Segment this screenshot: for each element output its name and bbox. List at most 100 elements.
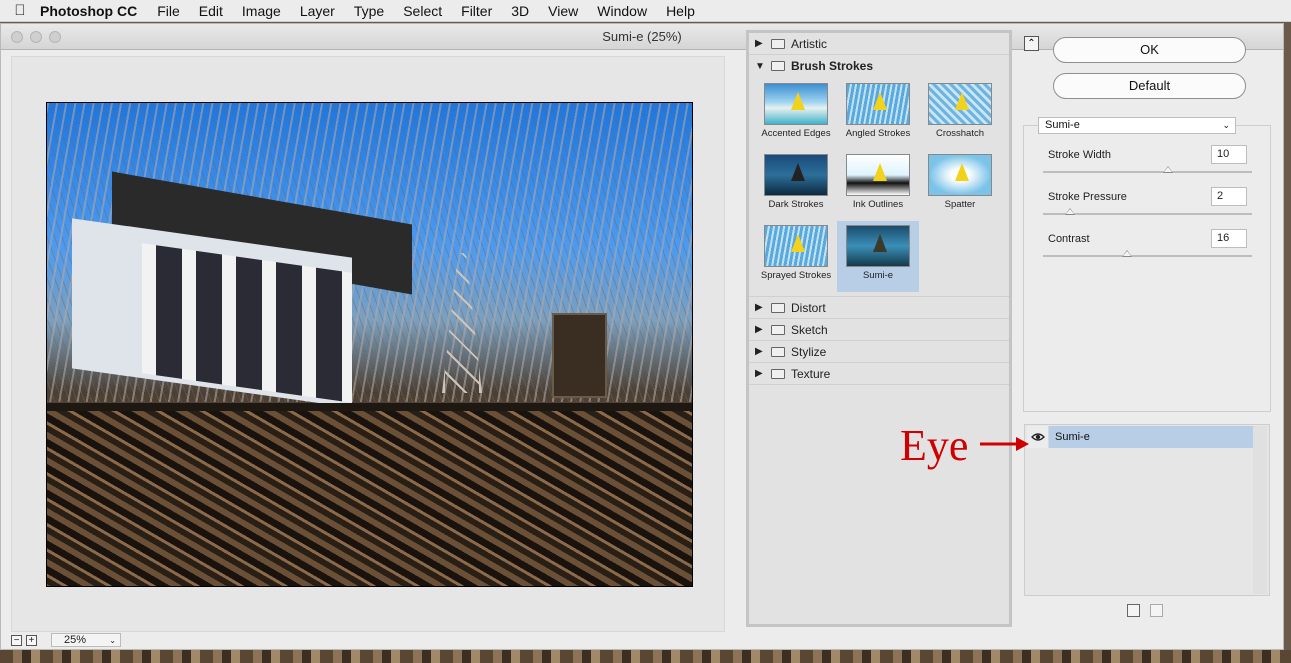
triangle-right-icon: ▶ — [755, 302, 763, 313]
collapse-gallery-button[interactable]: ⌃ — [1024, 36, 1039, 51]
thumbnail-label: Spatter — [944, 199, 976, 210]
filter-sprayed-strokes[interactable]: Sprayed Strokes — [755, 221, 837, 292]
window-title: Sumi-e (25%) — [602, 29, 682, 44]
folder-icon — [771, 368, 785, 379]
stroke-pressure-slider-handle[interactable] — [1065, 208, 1076, 215]
folder-icon — [771, 346, 785, 357]
category-brush-strokes[interactable]: ▼ Brush Strokes — [749, 55, 1009, 77]
image-shed — [72, 171, 412, 408]
layers-scrollbar[interactable] — [1253, 426, 1267, 594]
apple-icon[interactable]:  — [0, 2, 40, 19]
param-label: Stroke Pressure — [1048, 191, 1127, 203]
effect-layer-row[interactable]: Sumi-e — [1027, 426, 1255, 448]
trash-icon[interactable] — [1150, 604, 1163, 617]
triangle-right-icon: ▶ — [755, 324, 763, 335]
minimize-window-button[interactable] — [30, 31, 42, 43]
stroke-width-input[interactable]: 10 — [1211, 145, 1247, 164]
contrast-slider-handle[interactable] — [1121, 250, 1132, 257]
eye-icon[interactable] — [1027, 426, 1049, 448]
zoom-out-button[interactable]: − — [11, 634, 22, 646]
thumbnail-label: Ink Outlines — [852, 199, 904, 210]
thumbnail-image — [764, 225, 828, 267]
thumbnail-image — [928, 83, 992, 125]
filter-angled-strokes[interactable]: Angled Strokes — [837, 79, 919, 150]
category-label: Texture — [791, 366, 831, 381]
triangle-down-icon: ▼ — [755, 60, 765, 72]
window-controls — [11, 31, 61, 43]
category-stylize[interactable]: ▶ Stylize — [749, 341, 1009, 363]
thumbnail-label: Angled Strokes — [845, 128, 911, 139]
triangle-right-icon: ▶ — [755, 38, 763, 49]
menu-image[interactable]: Image — [242, 3, 281, 19]
category-label: Distort — [791, 300, 826, 315]
menu-filter[interactable]: Filter — [461, 3, 492, 19]
new-effect-layer-icon[interactable] — [1127, 604, 1140, 617]
app-name-menu[interactable]: Photoshop CC — [40, 3, 137, 19]
menu-file[interactable]: File — [157, 3, 180, 19]
thumbnail-image — [846, 83, 910, 125]
menu-layer[interactable]: Layer — [300, 3, 335, 19]
thumbnail-label: Accented Edges — [761, 128, 831, 139]
filter-spatter[interactable]: Spatter — [919, 150, 1001, 221]
menu-window[interactable]: Window — [597, 3, 647, 19]
menu-edit[interactable]: Edit — [199, 3, 223, 19]
ok-button[interactable]: OK — [1053, 37, 1246, 63]
menu-type[interactable]: Type — [354, 3, 384, 19]
contrast-input[interactable]: 16 — [1211, 229, 1247, 248]
stroke-width-slider-handle[interactable] — [1163, 166, 1174, 173]
preview-area[interactable] — [11, 56, 725, 632]
param-label: Stroke Width — [1048, 149, 1111, 161]
desktop-background — [0, 650, 1291, 663]
menu-select[interactable]: Select — [403, 3, 442, 19]
thumbnail-label: Sprayed Strokes — [760, 270, 832, 281]
filter-sumi-e[interactable]: Sumi-e — [837, 221, 919, 292]
param-label: Contrast — [1048, 233, 1090, 245]
folder-icon — [771, 302, 785, 313]
category-label: Brush Strokes — [791, 59, 874, 73]
menu-3d[interactable]: 3D — [511, 3, 529, 19]
thumbnail-label: Dark Strokes — [768, 199, 824, 210]
thumbnail-image — [846, 225, 910, 267]
folder-icon — [771, 61, 785, 71]
stroke-width-slider-track[interactable] — [1043, 171, 1252, 173]
close-window-button[interactable] — [11, 31, 23, 43]
zoom-select[interactable]: 25% ⌄ — [51, 633, 121, 647]
filter-ink-outlines[interactable]: Ink Outlines — [837, 150, 919, 221]
category-distort[interactable]: ▶ Distort — [749, 297, 1009, 319]
filter-settings-panel — [1023, 125, 1271, 412]
category-sketch[interactable]: ▶ Sketch — [749, 319, 1009, 341]
filter-dark-strokes[interactable]: Dark Strokes — [755, 150, 837, 221]
default-button[interactable]: Default — [1053, 73, 1246, 99]
category-texture[interactable]: ▶ Texture — [749, 363, 1009, 385]
thumbnail-label: Sumi-e — [862, 270, 894, 281]
zoom-window-button[interactable] — [49, 31, 61, 43]
triangle-right-icon: ▶ — [755, 346, 763, 357]
category-label: Stylize — [791, 344, 827, 359]
annotation-arrow-icon — [980, 437, 1029, 451]
effect-layer-name: Sumi-e — [1055, 431, 1090, 443]
stroke-pressure-input[interactable]: 2 — [1211, 187, 1247, 206]
filter-select[interactable]: Sumi-e ⌄ — [1038, 117, 1236, 134]
thumbnail-label: Crosshatch — [935, 128, 985, 139]
folder-icon — [771, 324, 785, 335]
thumbnail-image — [928, 154, 992, 196]
menu-view[interactable]: View — [548, 3, 578, 19]
preview-image[interactable] — [46, 102, 693, 587]
zoom-in-button[interactable]: + — [26, 634, 37, 646]
chevron-down-icon: ⌄ — [1222, 120, 1230, 130]
filter-select-value: Sumi-e — [1045, 119, 1080, 131]
chevron-down-icon: ⌄ — [109, 635, 116, 645]
filter-accented-edges[interactable]: Accented Edges — [755, 79, 837, 150]
thumbnail-image — [764, 83, 828, 125]
eye-annotation: Eye — [900, 421, 969, 470]
folder-icon — [771, 38, 785, 49]
contrast-slider-track[interactable] — [1043, 255, 1252, 257]
filter-gallery-list: ▶ Artistic ▼ Brush Strokes Accented Edge… — [746, 30, 1012, 627]
layer-actions — [1127, 604, 1163, 617]
category-artistic[interactable]: ▶ Artistic — [749, 33, 1009, 55]
filter-crosshatch[interactable]: Crosshatch — [919, 79, 1001, 150]
menu-bar:  Photoshop CC File Edit Image Layer Typ… — [0, 0, 1291, 22]
thumbnail-image — [846, 154, 910, 196]
menu-help[interactable]: Help — [666, 3, 695, 19]
filter-thumbnails: Accented Edges Angled Strokes Crosshatch… — [749, 77, 1009, 297]
